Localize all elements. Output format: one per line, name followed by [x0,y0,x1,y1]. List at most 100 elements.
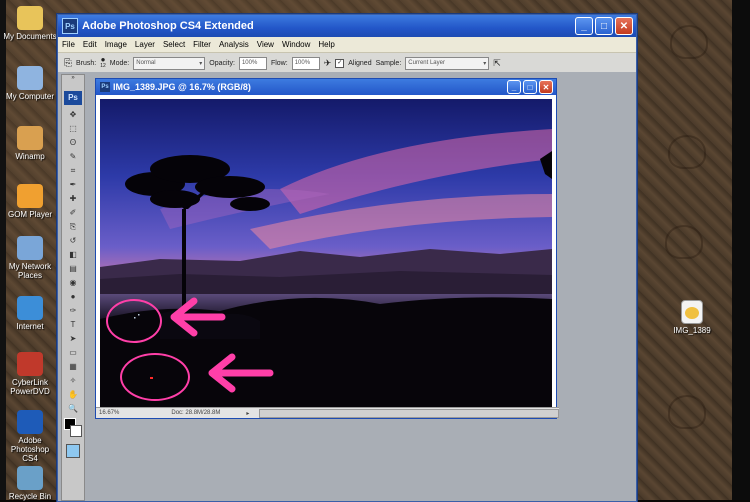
menu-item[interactable]: Filter [193,40,211,49]
lasso-tool-icon[interactable]: ʘ [66,137,80,148]
clone-stamp-tool-icon[interactable]: ⎘ [66,221,80,232]
desktop-icon[interactable]: Winamp [2,126,58,161]
eraser-tool-icon[interactable]: ◧ [66,249,80,260]
menu-item[interactable]: Image [105,40,127,49]
menu-item[interactable]: Layer [135,40,155,49]
aligned-label: Aligned [348,59,372,67]
desktop-app-icon [17,66,43,90]
document-maximize-button[interactable]: □ [523,80,537,94]
crop-tool-icon[interactable]: ⌗ [66,165,80,176]
menu-item[interactable]: Help [318,40,334,49]
document-minimize-button[interactable]: _ [507,80,521,94]
tools-panel: » Ps ✥ ⬚ ʘ ✎ ⌗ ✒ ✚ ✐ ⎘ ↺ ◧ ▤ ◉ ● ✑ T ➤ ▭ ▦ ✧ ✋ 🔍 [61,74,85,501]
desktop-app-icon [17,236,43,260]
quick-mask-button[interactable] [66,444,80,458]
desktop-icon[interactable]: Internet [2,296,58,331]
desktop-app-icon [17,184,43,208]
desktop-icon[interactable]: My Computer [2,66,58,101]
minimize-button[interactable]: _ [575,17,593,35]
document-close-button[interactable]: ✕ [539,80,553,94]
history-brush-tool-icon[interactable]: ↺ [66,235,80,246]
desktop-icon[interactable]: My Documents [2,6,58,41]
document-window: Ps IMG_1389.JPG @ 16.7% (RGB/8) _ □ ✕ 16… [95,78,559,419]
desktop-icon[interactable]: CyberLink PowerDVD [2,352,58,396]
mode-label: Mode: [109,59,130,67]
photoshop-logo: Ps [64,91,82,105]
document-icon: Ps [100,82,110,92]
menu-item[interactable]: Edit [83,40,97,49]
annotation-arrow-lower [208,353,274,393]
menu-item[interactable]: View [257,40,274,49]
menu-item[interactable]: Select [163,40,185,49]
status-menu-arrow-icon[interactable]: ▸ [246,410,249,417]
brush-size: 12 [100,63,106,69]
background-color-swatch[interactable] [70,425,82,437]
eyedropper-tool-icon[interactable]: ✒ [66,179,80,190]
title-bar[interactable]: Ps Adobe Photoshop CS4 Extended _ □ ✕ [58,15,636,37]
workspace: » Ps ✥ ⬚ ʘ ✎ ⌗ ✒ ✚ ✐ ⎘ ↺ ◧ ▤ ◉ ● ✑ T ➤ ▭ ▦ ✧ ✋ 🔍 Ps IMG_1389.… [58,72,636,501]
wallpaper-motif [665,225,703,259]
brush-tool-icon[interactable]: ✐ [66,207,80,218]
brush-preset-picker[interactable]: ● 12 [100,56,106,70]
desktop-icon-label: IMG_1389 [673,326,711,335]
document-info: Doc: 28.8M/28.8M [171,410,221,416]
dodge-tool-icon[interactable]: ● [66,291,80,302]
desktop-icon-label: My Computer [5,92,54,101]
menu-item[interactable]: File [62,40,75,49]
desktop-icon[interactable]: GOM Player [2,184,58,219]
desktop-icon-label: My Documents [3,32,57,41]
document-status-bar: 16.67% Doc: 28.8M/28.8M ▸ [96,407,559,418]
sample-label: Sample: [375,59,402,67]
path-selection-tool-icon[interactable]: ➤ [66,333,80,344]
eyedropper-3d-tool-icon[interactable]: ✧ [66,375,80,386]
zoom-level[interactable]: 16.67% [99,410,119,416]
photoshop-app-icon: Ps [62,18,78,34]
quick-selection-tool-icon[interactable]: ✎ [66,151,80,162]
desktop-icon[interactable]: Recycle Bin [2,466,58,501]
menu-item[interactable]: Analysis [219,40,249,49]
desktop-icon[interactable]: Adobe Photoshop CS4 [2,410,58,463]
options-bar: ⎘ Brush: ● 12 Mode: Normal ▾ Opacity: 10… [58,53,636,74]
shape-tool-icon[interactable]: ▭ [66,347,80,358]
healing-brush-tool-icon[interactable]: ✚ [66,193,80,204]
desktop-icon-img-1389[interactable]: IMG_1389 [664,300,720,335]
airbrush-icon[interactable]: ✈ [324,58,332,69]
panel-collapse-icon[interactable]: » [62,75,84,81]
type-tool-icon[interactable]: T [66,319,80,330]
photoshop-window: Ps Adobe Photoshop CS4 Extended _ □ ✕ Fi… [57,14,637,502]
sample-value: Current Layer [408,60,445,66]
clone-stamp-icon[interactable]: ⎘ [64,58,72,69]
annotation-circle-lower [120,353,190,401]
gradient-tool-icon[interactable]: ▤ [66,263,80,274]
color-swatches[interactable] [64,418,82,440]
blur-tool-icon[interactable]: ◉ [66,277,80,288]
flow-input[interactable]: 100% [291,56,320,70]
horizontal-scrollbar[interactable] [259,408,559,418]
marquee-tool-icon[interactable]: ⬚ [66,123,80,134]
document-title-bar[interactable]: Ps IMG_1389.JPG @ 16.7% (RGB/8) _ □ ✕ [96,79,556,95]
opacity-input[interactable]: 100% [238,56,267,70]
mode-select[interactable]: Normal ▾ [133,56,206,70]
close-button[interactable]: ✕ [615,17,633,35]
image-canvas[interactable] [100,99,552,407]
zoom-tool-icon[interactable]: 🔍 [66,403,80,414]
window-title: Adobe Photoshop CS4 Extended [82,20,254,32]
menu-item[interactable]: Window [282,40,310,49]
chevron-down-icon: ▾ [199,60,203,67]
annotation-arrow-upper [170,297,226,337]
desktop-icon[interactable]: My Network Places [2,236,58,280]
sample-select[interactable]: Current Layer ▾ [405,56,490,70]
image-file-icon [681,300,703,324]
move-tool-icon[interactable]: ✥ [66,109,80,120]
aligned-checkbox[interactable]: ✓ [335,58,345,68]
pen-tool-icon[interactable]: ✑ [66,305,80,316]
chevron-down-icon: ▾ [483,60,487,67]
desktop-icon-label: Winamp [15,152,45,161]
hand-tool-icon[interactable]: ✋ [66,389,80,400]
ignore-adjustment-layers-icon[interactable]: ⇱ [493,58,501,69]
notes-tool-icon[interactable]: ▦ [66,361,80,372]
annotation-circle-upper [106,299,162,343]
maximize-button[interactable]: □ [595,17,613,35]
opacity-label: Opacity: [209,59,235,67]
wallpaper-motif [668,395,706,429]
